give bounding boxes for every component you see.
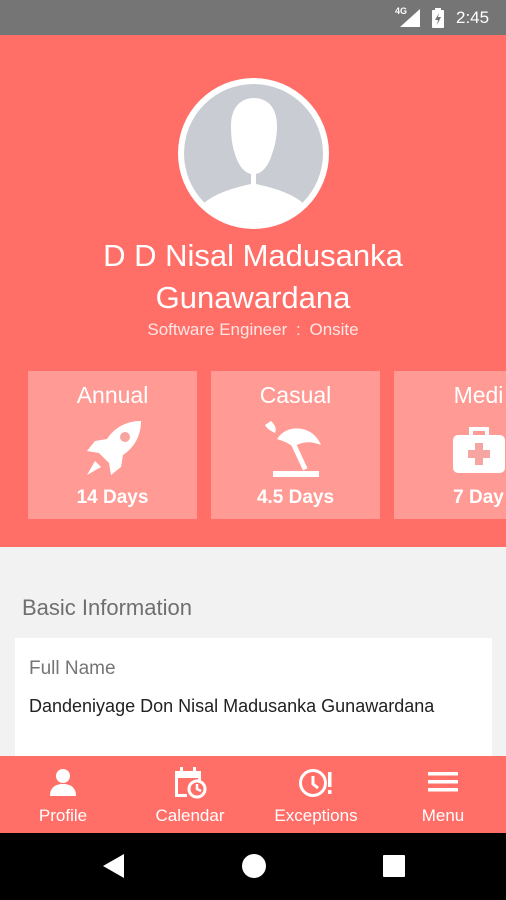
- nav-item-profile[interactable]: Profile: [0, 756, 126, 833]
- back-icon[interactable]: [102, 853, 126, 884]
- medical-kit-icon: [449, 417, 506, 482]
- field-label: Full Name: [29, 658, 116, 679]
- nav-item-menu[interactable]: Menu: [380, 756, 506, 833]
- designation: Software Engineer: [147, 320, 288, 339]
- signal-icon: [400, 9, 420, 32]
- leave-balance-carousel[interactable]: Annual 14 Days Casual 4.5 Days Medi 7 Da…: [0, 371, 506, 519]
- nav-item-calendar[interactable]: Calendar: [127, 756, 253, 833]
- rocket-icon: [81, 417, 145, 486]
- avatar[interactable]: [178, 78, 329, 229]
- nav-item-exceptions[interactable]: Exceptions: [253, 756, 379, 833]
- employee-name-line-2: Gunawardana: [155, 280, 351, 315]
- system-navigation-bar: [0, 833, 506, 900]
- field-value: Dandeniyage Don Nisal Madusanka Gunaward…: [29, 696, 435, 716]
- hamburger-menu-icon: [428, 767, 458, 802]
- battery-charging-icon: [432, 8, 444, 33]
- role-separator: :: [296, 320, 301, 339]
- leave-card-medical[interactable]: Medi 7 Day: [394, 371, 506, 519]
- nav-label: Profile: [38, 806, 88, 825]
- leave-days: 4.5 Days: [256, 487, 335, 508]
- home-icon[interactable]: [241, 853, 267, 884]
- leave-type: Annual: [76, 382, 149, 408]
- section-title-basic-information: Basic Information: [22, 595, 192, 620]
- recents-icon[interactable]: [383, 855, 405, 882]
- bottom-navigation: Profile Calendar Exceptions Menu: [0, 756, 506, 833]
- work-location: Onsite: [309, 320, 359, 339]
- nav-label: Exceptions: [274, 806, 358, 825]
- status-bar: 4G 2:45: [0, 0, 506, 35]
- clock-alert-icon: [298, 767, 334, 804]
- person-silhouette-icon: [193, 98, 314, 223]
- calendar-clock-icon: [173, 767, 207, 804]
- nav-label: Menu: [421, 806, 465, 825]
- info-card-full-name: Full Name Dandeniyage Don Nisal Madusank…: [15, 638, 492, 758]
- beach-umbrella-icon: [263, 417, 329, 486]
- profile-header: D D Nisal Madusanka Gunawardana Software…: [0, 35, 506, 547]
- leave-card-annual[interactable]: Annual 14 Days: [28, 371, 197, 519]
- app-screen: 4G 2:45 D D Nisal Madusanka Gunawardana …: [0, 0, 506, 900]
- person-icon: [48, 767, 78, 802]
- leave-card-casual[interactable]: Casual 4.5 Days: [211, 371, 380, 519]
- status-time: 2:45: [456, 8, 490, 27]
- leave-type: Casual: [259, 382, 332, 408]
- employee-role: Software Engineer : Onsite: [0, 320, 506, 340]
- nav-label: Calendar: [155, 806, 225, 825]
- leave-type: Medi: [453, 382, 504, 408]
- leave-days: 14 Days: [76, 487, 149, 508]
- leave-days: 7 Day: [453, 487, 504, 508]
- employee-name-line-1: D D Nisal Madusanka: [103, 238, 403, 273]
